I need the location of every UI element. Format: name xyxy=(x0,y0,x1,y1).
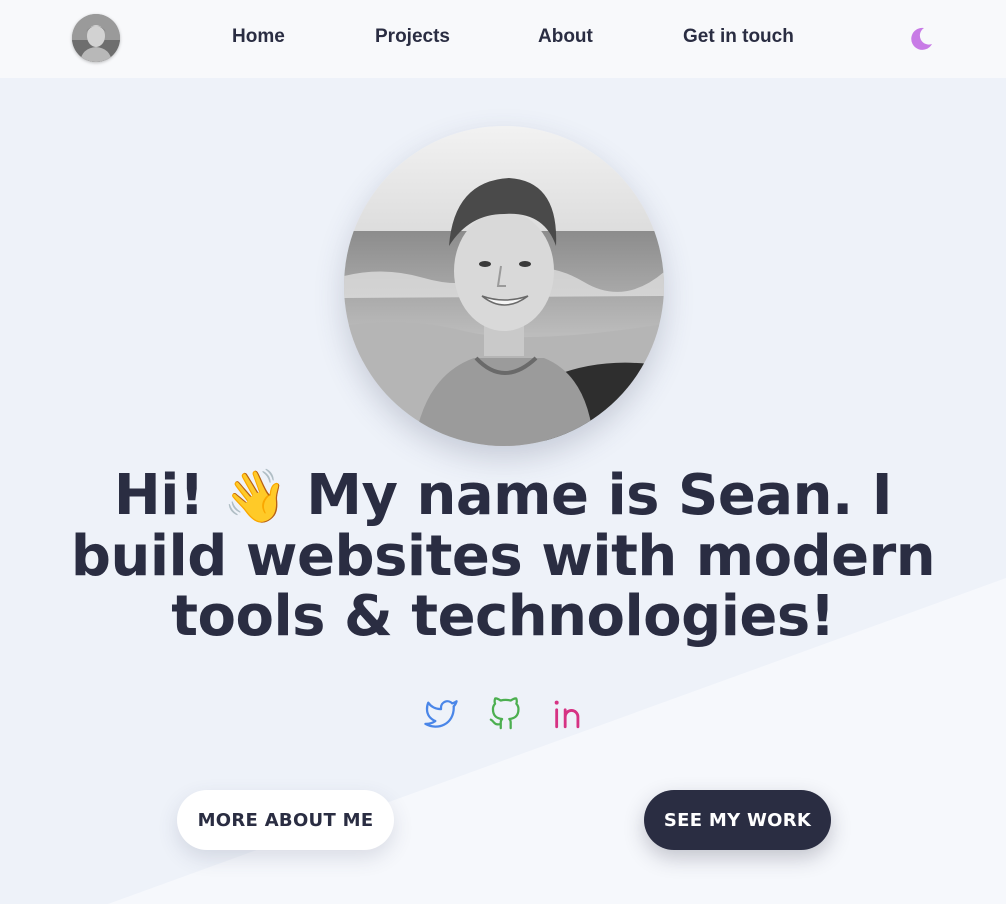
nav-avatar[interactable] xyxy=(72,14,120,62)
twitter-link[interactable] xyxy=(424,697,458,731)
twitter-icon xyxy=(424,700,458,728)
headline-greeting: Hi! xyxy=(113,463,224,528)
nav-link-projects[interactable]: Projects xyxy=(375,26,450,48)
nav-link-home[interactable]: Home xyxy=(232,26,285,48)
linkedin-icon xyxy=(554,700,580,729)
more-about-me-button[interactable]: MORE ABOUT ME xyxy=(177,790,394,850)
github-icon xyxy=(489,697,520,730)
linkedin-link[interactable] xyxy=(551,697,585,731)
waving-hand-emoji: 👋 xyxy=(223,467,288,527)
top-navbar: Home Projects About Get in touch xyxy=(0,0,1006,78)
hero-profile-photo xyxy=(344,126,664,446)
hero-headline: Hi! 👋 My name is Sean. I build websites … xyxy=(40,466,966,647)
github-link[interactable] xyxy=(488,697,522,731)
nav-link-get-in-touch[interactable]: Get in touch xyxy=(683,26,794,48)
nav-link-about[interactable]: About xyxy=(538,26,593,48)
see-my-work-button[interactable]: SEE MY WORK xyxy=(644,790,831,850)
moon-icon[interactable] xyxy=(908,26,934,52)
